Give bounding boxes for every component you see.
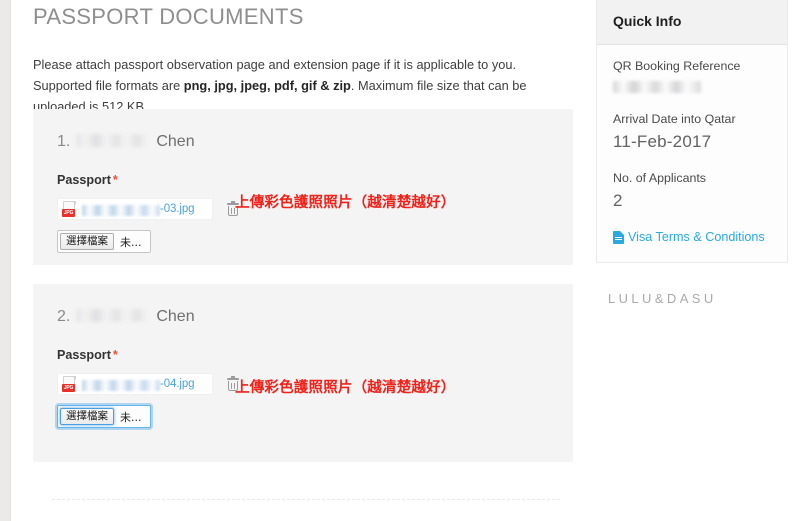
footer-divider: [52, 499, 560, 500]
visa-terms-link-label: Visa Terms & Conditions: [628, 230, 765, 244]
file-upload-input[interactable]: 選擇檔案 未...: [57, 405, 151, 428]
quick-info-header: Quick Info: [597, 0, 787, 45]
applicant-last-name: Chen: [156, 308, 195, 325]
applicant-name-heading: 1. Chen: [57, 131, 549, 153]
quick-info-panel: Quick Info QR Booking Reference Arrival …: [596, 0, 788, 263]
upload-annotation-note: 上傳彩色護照照片（越清楚越好）: [235, 195, 456, 211]
left-gutter-edge: [10, 0, 11, 521]
quick-info-label: QR Booking Reference: [613, 59, 741, 73]
applicant-number: 1.: [57, 133, 71, 150]
file-selection-status: 未...: [120, 410, 142, 424]
jpg-icon-label: JPG: [62, 209, 75, 217]
applicant-first-name-redacted: [76, 134, 149, 147]
quick-info-item-applicant-count: No. of Applicants 2: [613, 169, 771, 213]
quick-info-title: Quick Info: [613, 13, 682, 29]
quick-info-item-arrival-date: Arrival Date into Qatar 11-Feb-2017: [613, 110, 771, 154]
uploaded-file-name-redacted: [82, 204, 160, 216]
uploaded-file-chip[interactable]: JPG -04.jpg: [57, 373, 213, 395]
upload-instructions: Please attach passport observation page …: [33, 32, 574, 117]
passport-field-label: Passport *: [57, 172, 549, 189]
uploaded-file-chip[interactable]: JPG -03.jpg: [57, 198, 213, 220]
site-watermark: LULU&DASU: [608, 291, 717, 306]
page-title: PASSPORT DOCUMENTS: [33, 4, 304, 29]
supported-formats: png, jpg, jpeg, pdf, gif & zip: [183, 78, 351, 93]
passport-label-text: Passport: [57, 348, 111, 362]
passport-label-text: Passport: [57, 173, 111, 187]
quick-info-label: No. of Applicants: [613, 171, 706, 185]
visa-terms-link[interactable]: Visa Terms & Conditions: [613, 228, 771, 246]
applicant-card: 2. Chen Passport * JPG -04.jpg 選擇檔案 未...: [33, 284, 573, 462]
quick-info-body: QR Booking Reference Arrival Date into Q…: [597, 45, 787, 262]
applicant-first-name-redacted: [76, 309, 149, 322]
booking-reference-redacted: [613, 81, 701, 93]
applicant-number: 2.: [57, 308, 71, 325]
passport-documents-page: PASSPORT DOCUMENTS Please attach passpor…: [0, 0, 800, 521]
jpg-icon-label: JPG: [62, 384, 75, 392]
choose-file-button[interactable]: 選擇檔案: [60, 408, 114, 425]
applicant-name-heading: 2. Chen: [57, 306, 549, 328]
main-content-column: PASSPORT DOCUMENTS Please attach passpor…: [33, 0, 574, 117]
file-selection-status: 未...: [120, 235, 142, 249]
file-upload-input[interactable]: 選擇檔案 未...: [57, 230, 151, 253]
upload-annotation-note: 上傳彩色護照照片（越清楚越好）: [235, 380, 456, 396]
quick-info-label: Arrival Date into Qatar: [613, 112, 736, 126]
choose-file-button[interactable]: 選擇檔案: [60, 233, 114, 250]
document-icon: [613, 230, 624, 244]
uploaded-file-name-redacted: [82, 379, 160, 391]
required-asterisk: *: [112, 348, 118, 362]
quick-info-value: 11-Feb-2017: [613, 132, 712, 151]
quick-info-value: 2: [613, 191, 623, 210]
uploaded-file-name-tail: -03.jpg: [160, 203, 195, 215]
passport-field-label: Passport *: [57, 347, 549, 364]
left-gutter: [0, 0, 10, 521]
quick-info-item-booking-reference: QR Booking Reference: [613, 57, 771, 93]
applicant-last-name: Chen: [156, 133, 195, 150]
jpg-file-icon: JPG: [62, 376, 77, 392]
applicant-card: 1. Chen Passport * JPG -03.jpg 選擇檔案 未...: [33, 109, 573, 265]
uploaded-file-name-tail: -04.jpg: [160, 378, 195, 390]
required-asterisk: *: [112, 173, 118, 187]
jpg-file-icon: JPG: [62, 201, 77, 217]
